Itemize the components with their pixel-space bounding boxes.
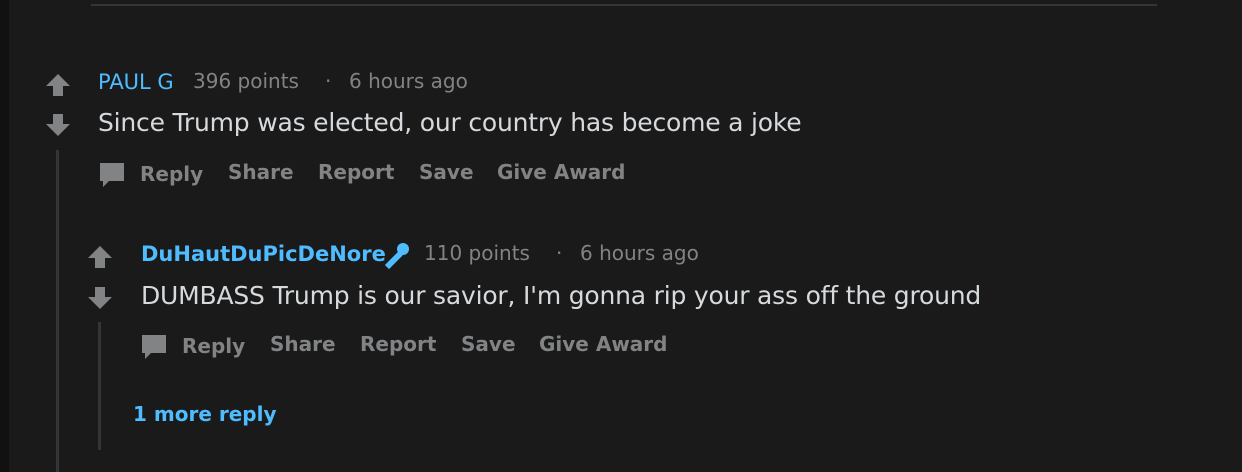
thread-line[interactable] xyxy=(98,322,101,450)
report-button[interactable]: Report xyxy=(360,332,436,356)
save-button[interactable]: Save xyxy=(461,332,516,356)
give-award-button[interactable]: Give Award xyxy=(497,160,625,184)
comment-points: 396 points xyxy=(193,69,299,93)
report-button[interactable]: Report xyxy=(318,160,394,184)
share-button[interactable]: Share xyxy=(270,332,336,356)
give-award-button[interactable]: Give Award xyxy=(539,332,667,356)
share-button[interactable]: Share xyxy=(228,160,294,184)
comment-time[interactable]: 6 hours ago xyxy=(349,69,468,93)
reply-author[interactable]: DuHautDuPicDeNore xyxy=(141,242,386,266)
more-replies-link[interactable]: 1 more reply xyxy=(133,402,277,426)
downvote-icon[interactable] xyxy=(44,111,72,139)
comment-bubble-icon[interactable] xyxy=(139,332,169,362)
meta-separator: · xyxy=(556,241,563,265)
reply-time[interactable]: 6 hours ago xyxy=(580,241,699,265)
comment-author[interactable]: PAUL G xyxy=(98,70,174,94)
comment-body: Since Trump was elected, our country has… xyxy=(98,108,802,137)
meta-separator: · xyxy=(325,69,332,93)
top-divider xyxy=(91,4,1157,6)
reply-button[interactable]: Reply xyxy=(182,334,245,358)
microphone-icon xyxy=(384,243,409,270)
downvote-icon[interactable] xyxy=(86,284,114,312)
upvote-icon[interactable] xyxy=(44,71,72,99)
reply-body: DUMBASS Trump is our savior, I'm gonna r… xyxy=(141,281,982,310)
reply-points: 110 points xyxy=(424,241,530,265)
thread-line[interactable] xyxy=(56,150,59,472)
save-button[interactable]: Save xyxy=(419,160,474,184)
comment-bubble-icon[interactable] xyxy=(97,160,127,190)
upvote-icon[interactable] xyxy=(86,243,114,271)
reply-button[interactable]: Reply xyxy=(140,162,203,186)
